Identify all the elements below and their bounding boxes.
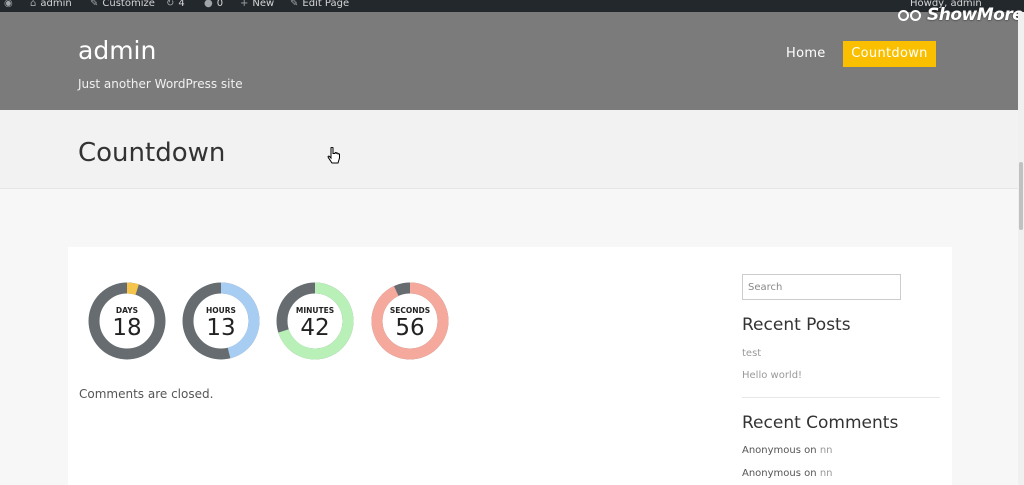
admin-bar-updates[interactable]: ↻ 4 bbox=[166, 0, 185, 10]
countdown-minutes-label: MINUTES bbox=[295, 306, 335, 315]
countdown-days-label: DAYS bbox=[115, 306, 139, 315]
countdown-minutes-value: 42 bbox=[300, 315, 330, 341]
countdown-days-value: 18 bbox=[112, 315, 142, 341]
nav-item-home[interactable]: Home bbox=[786, 46, 826, 61]
page-title-band: Countdown bbox=[0, 110, 1024, 189]
brush-icon: ✎ bbox=[90, 0, 99, 9]
recent-comment-item: Anonymous on nn bbox=[742, 468, 833, 479]
countdown-hours-label: HOURS bbox=[206, 306, 236, 315]
comment-post-link[interactable]: nn bbox=[820, 468, 833, 479]
comment-icon: ● bbox=[204, 0, 213, 9]
watermark-logo: ShowMore bbox=[898, 2, 1024, 28]
countdown-seconds-value: 56 bbox=[395, 315, 425, 341]
plus-icon: + bbox=[240, 0, 249, 9]
recent-post-link[interactable]: test bbox=[742, 348, 761, 359]
recent-post-link[interactable]: Hello world! bbox=[742, 370, 802, 381]
countdown-days: DAYS 18 bbox=[88, 282, 166, 360]
site-tagline: Just another WordPress site bbox=[78, 77, 243, 91]
recent-comment-item: Anonymous on nn bbox=[742, 445, 833, 456]
scrollbar-thumb[interactable] bbox=[1019, 162, 1023, 230]
edit-page-label: Edit Page bbox=[302, 0, 350, 9]
nav-item-countdown[interactable]: Countdown bbox=[843, 41, 936, 67]
wordpress-logo-icon[interactable]: ◉ bbox=[4, 0, 13, 10]
new-label: New bbox=[252, 0, 275, 9]
admin-bar-new[interactable]: + New bbox=[240, 0, 274, 10]
admin-bar-customize[interactable]: ✎ Customize bbox=[90, 0, 155, 10]
updates-count: 4 bbox=[178, 0, 185, 9]
recent-comments-heading: Recent Comments bbox=[742, 413, 899, 433]
site-header: admin Just another WordPress site Home C… bbox=[0, 12, 1024, 110]
camera-icon bbox=[898, 7, 924, 23]
comments-closed-notice: Comments are closed. bbox=[79, 387, 214, 401]
comments-count: 0 bbox=[216, 0, 224, 9]
pencil-icon: ✎ bbox=[290, 0, 299, 9]
comment-on-text: on bbox=[804, 445, 817, 456]
admin-bar-site-name: admin bbox=[40, 0, 72, 9]
vertical-scrollbar[interactable] bbox=[1018, 12, 1024, 485]
recent-posts-heading: Recent Posts bbox=[742, 315, 851, 335]
admin-bar-edit-page[interactable]: ✎ Edit Page bbox=[290, 0, 349, 10]
watermark-text: ShowMore bbox=[927, 5, 1024, 25]
hand-cursor-icon bbox=[327, 147, 340, 164]
countdown-seconds: SECONDS 56 bbox=[371, 282, 449, 360]
admin-bar-comments[interactable]: ● 0 bbox=[204, 0, 223, 10]
comment-post-link[interactable]: nn bbox=[820, 445, 833, 456]
home-icon: ⌂ bbox=[30, 0, 37, 9]
admin-bar: ◉ ⌂ admin ✎ Customize ↻ 4 ● 0 + New ✎ Edit Pag… bbox=[0, 0, 1024, 12]
page-title: Countdown bbox=[78, 138, 226, 168]
customize-label: Customize bbox=[102, 0, 155, 9]
comment-on-text: on bbox=[804, 468, 817, 479]
countdown-seconds-label: SECONDS bbox=[389, 306, 431, 315]
site-title[interactable]: admin bbox=[78, 36, 156, 65]
countdown-minutes: MINUTES 42 bbox=[276, 282, 354, 360]
comment-author: Anonymous bbox=[742, 468, 801, 479]
admin-bar-site-link[interactable]: ⌂ admin bbox=[30, 0, 72, 10]
comment-author: Anonymous bbox=[742, 445, 801, 456]
search-input[interactable] bbox=[742, 274, 901, 300]
updates-icon: ↻ bbox=[166, 0, 175, 9]
countdown-hours: HOURS 13 bbox=[182, 282, 260, 360]
countdown-hours-value: 13 bbox=[206, 315, 236, 341]
sidebar-divider bbox=[742, 397, 940, 398]
